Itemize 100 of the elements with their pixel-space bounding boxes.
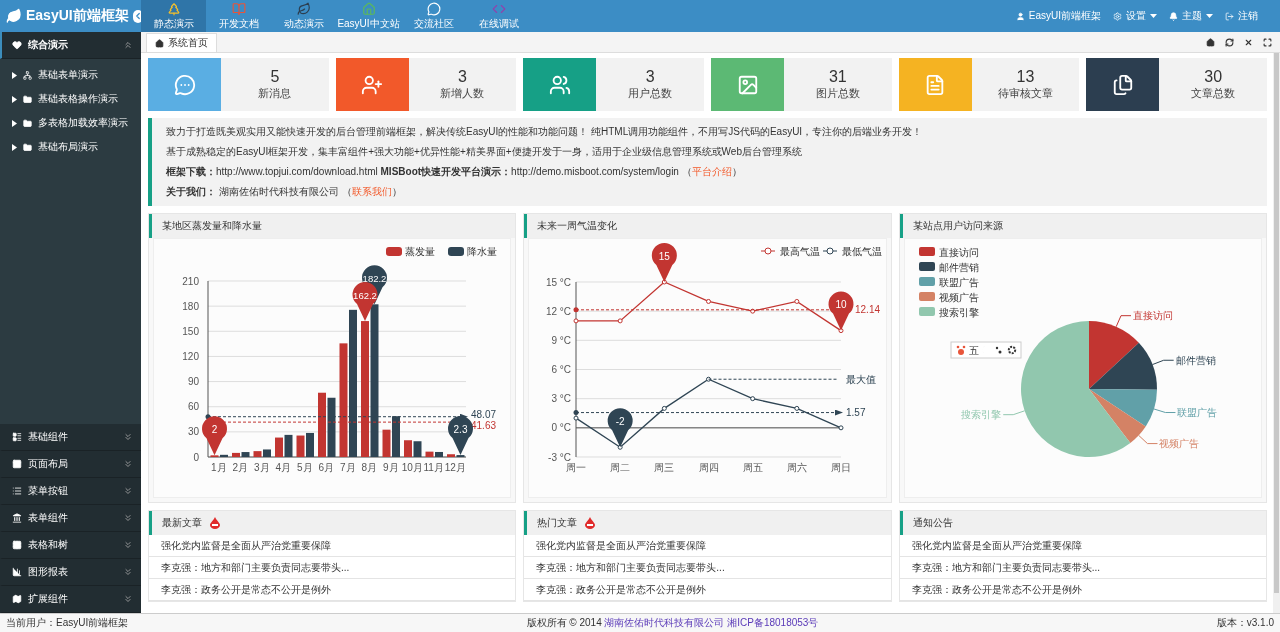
article-link[interactable]: 强化党内监督是全面从严治党重要保障: [899, 535, 1266, 557]
chevrons-up-icon: [123, 40, 133, 50]
marker-pin: 2.3: [448, 415, 473, 456]
list-icon: [12, 486, 22, 496]
scrollbar[interactable]: [1273, 53, 1280, 613]
panel-title: 热门文章: [537, 516, 578, 530]
legend-item[interactable]: 最低气温: [822, 246, 883, 257]
article-link[interactable]: 李克强：地方和部门主要负责同志要带头...: [899, 557, 1266, 579]
annotation: 15: [659, 250, 671, 262]
axis-label: 150: [182, 325, 199, 337]
bar: [296, 435, 305, 457]
refresh-icon[interactable]: [1225, 37, 1234, 47]
article-link[interactable]: 李克强：政务公开是常态不公开是例外: [524, 579, 891, 601]
article-link[interactable]: 强化党内监督是全面从严治党重要保障: [149, 535, 516, 557]
nav-tab[interactable]: 在线调试: [466, 0, 531, 32]
settings-icon: [1113, 11, 1122, 21]
sidebar-group[interactable]: 基础组件: [0, 424, 141, 451]
leader-line: [1153, 408, 1176, 413]
sidebar-group[interactable]: 表格和树: [0, 532, 141, 559]
axis-label: 11月: [423, 462, 444, 473]
slice-label: 联盟广告: [1177, 407, 1218, 418]
legend-item[interactable]: 最高气温: [760, 246, 821, 257]
chevrons-down-icon: [123, 486, 133, 496]
home-icon: [155, 38, 164, 48]
sidebar-group[interactable]: 综合演示: [0, 32, 141, 59]
legend-item[interactable]: 联盟广告: [918, 276, 979, 288]
map-icon: [12, 594, 22, 604]
home-icon[interactable]: [1206, 37, 1215, 47]
marker-pin: 2: [202, 416, 227, 456]
chevrons-down-icon: [123, 540, 133, 550]
sidebar-item[interactable]: 基础表单演示: [0, 63, 141, 87]
sidebar-group[interactable]: 图形报表: [0, 559, 141, 586]
legend-item[interactable]: 搜索引擎: [918, 306, 979, 318]
bell-icon: [1169, 11, 1178, 21]
bar: [284, 434, 293, 457]
legend-item[interactable]: 邮件营销: [918, 261, 979, 273]
axis-label: 周六: [787, 462, 808, 473]
leader-line: [1151, 359, 1174, 366]
article-link[interactable]: 李克强：地方和部门主要负责同志要带头...: [524, 557, 891, 579]
axis-label: 6月: [318, 462, 335, 473]
legend-label: 搜索引擎: [938, 306, 979, 318]
sidebar-item[interactable]: 基础表格操作演示: [0, 87, 141, 111]
chevrons-down-icon: [123, 432, 133, 442]
annotation: 10: [835, 299, 848, 311]
axis-label: 210: [182, 275, 199, 287]
sidebar-group[interactable]: 扩展组件: [0, 586, 141, 613]
nav-tab[interactable]: 动态演示: [271, 0, 336, 32]
sidebar-group[interactable]: 页面布局: [0, 451, 141, 478]
axis-label: 120: [182, 350, 199, 362]
nav-tab[interactable]: 开发文档: [206, 0, 271, 32]
caret-icon: [1206, 14, 1213, 18]
nav-tab[interactable]: 交流社区: [401, 0, 466, 32]
logout-link[interactable]: 注销: [1225, 9, 1258, 23]
theme-menu[interactable]: 主题: [1169, 9, 1213, 23]
axis-label: 30: [187, 426, 199, 438]
copyright-text: 版权所有 © 2014 湖南佐佑时代科技有限公司 湘ICP备18018053号: [526, 616, 819, 630]
intro-text: 基于成熟稳定的EasyUI框架开发，集丰富组件+强大功能+优异性能+精美界面+便捷开发于一身，适用于企业级信息管理系统或Web后台管理系统: [166, 146, 803, 158]
leaf-icon: [6, 8, 22, 24]
leader-line: [1137, 434, 1158, 445]
sidebar-group[interactable]: 表单组件: [0, 505, 141, 532]
settings-menu[interactable]: 设置: [1113, 9, 1157, 23]
nav-tab[interactable]: EasyUI中文站: [336, 0, 401, 32]
axis-label: 0: [193, 451, 199, 463]
fullscreen-icon[interactable]: [1263, 37, 1272, 47]
intro-text: 致力于打造既美观实用又能快速开发的后台管理前端框架，解决传统EasyUI的性能和功能问题！ 纯HTML调用功能组件，不用写JS代码的EasyUI，专注你的后端业务开发！: [166, 126, 924, 138]
marker-pin: 10: [828, 291, 854, 331]
marker-pin: 15: [652, 242, 678, 282]
close-icon[interactable]: [1244, 37, 1253, 47]
line-label: 最大值: [846, 373, 877, 385]
legend-label: 蒸发量: [405, 246, 435, 257]
article-link[interactable]: 李克强：地方和部门主要负责同志要带头...: [149, 557, 516, 579]
sidebar-item[interactable]: 多表格加载效率演示: [0, 111, 141, 135]
stat-value: 3: [645, 68, 655, 86]
axis-label: 周一: [566, 462, 587, 473]
folder-icon: [23, 94, 32, 104]
article-link[interactable]: 强化党内监督是全面从严治党重要保障: [524, 535, 891, 557]
legend-item[interactable]: 降水量: [448, 246, 497, 257]
bar: [413, 441, 422, 457]
nav-tab[interactable]: 静态演示: [141, 0, 206, 32]
legend-label: 视频广告: [938, 291, 979, 303]
page-tab[interactable]: 系统首页: [146, 33, 217, 52]
user-menu[interactable]: EasyUI前端框架: [1015, 9, 1101, 23]
stat-label: 新增人数: [440, 86, 485, 101]
image-icon: [736, 73, 759, 96]
sidebar-item[interactable]: 基础布局演示: [0, 135, 141, 159]
article-link[interactable]: 李克强：政务公开是常态不公开是例外: [149, 579, 516, 601]
stat-label: 新消息: [258, 86, 292, 101]
axis-label: 9月: [382, 462, 399, 473]
annotation: 162.2: [353, 289, 377, 301]
intro-text: 关于我们： 湖南佐佑时代科技有限公司 （联系我们）: [166, 186, 403, 198]
article-link[interactable]: 李克强：政务公开是常态不公开是例外: [899, 579, 1266, 601]
axis-label: 90: [187, 376, 199, 388]
legend-item[interactable]: 视频广告: [918, 291, 979, 303]
company-link[interactable]: 湖南佐佑时代科技有限公司: [604, 617, 725, 628]
legend-item[interactable]: 蒸发量: [386, 246, 435, 257]
icp-link[interactable]: 湘ICP备18018053号: [727, 617, 819, 628]
chart-toolbar[interactable]: 五: [950, 341, 1022, 359]
legend-item[interactable]: 直接访问: [918, 246, 979, 258]
sidebar-group[interactable]: 菜单按钮: [0, 478, 141, 505]
line-label: 1.57: [846, 407, 866, 419]
